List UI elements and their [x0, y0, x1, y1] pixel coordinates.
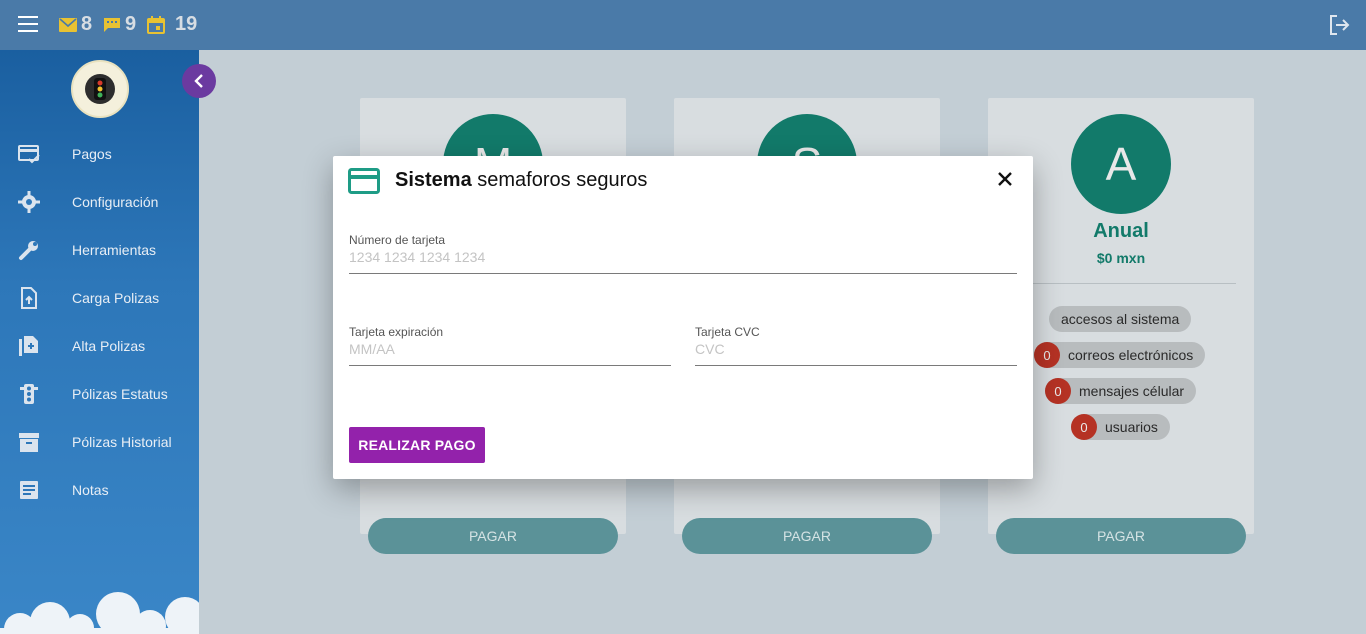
- modal-title-bold: Sistema: [395, 169, 472, 191]
- modal-title-rest: semaforos seguros: [471, 169, 648, 191]
- submit-payment-button[interactable]: REALIZAR PAGO: [349, 427, 485, 463]
- collapse-sidebar-button[interactable]: [182, 64, 216, 98]
- cvc-field: Tarjeta CVC: [695, 325, 1017, 366]
- card-number-label: Número de tarjeta: [349, 233, 446, 247]
- credit-card-icon: [348, 168, 380, 194]
- card-number-field: Número de tarjeta: [349, 233, 1017, 274]
- close-icon[interactable]: [997, 171, 1013, 187]
- expiration-input[interactable]: [349, 339, 671, 366]
- payment-modal: Sistema semaforos seguros Número de tarj…: [333, 156, 1033, 479]
- modal-title: Sistema semaforos seguros: [395, 169, 647, 192]
- card-number-input[interactable]: [349, 247, 1017, 274]
- cvc-label: Tarjeta CVC: [695, 325, 760, 339]
- cvc-input[interactable]: [695, 339, 1017, 366]
- expiration-field: Tarjeta expiración: [349, 325, 671, 366]
- chevron-left-icon: [194, 74, 203, 88]
- expiration-label: Tarjeta expiración: [349, 325, 444, 339]
